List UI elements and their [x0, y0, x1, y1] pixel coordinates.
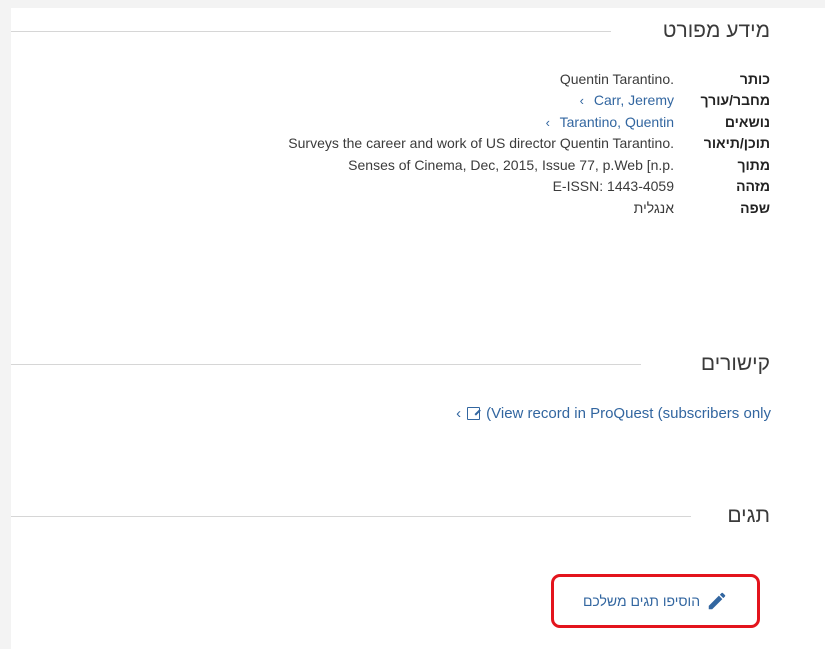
detail-value: אנגלית — [633, 199, 674, 216]
external-link-icon — [467, 407, 481, 420]
detail-label: תוכן/תיאור — [703, 135, 770, 152]
detail-row-title: כותר Quentin Tarantino. — [288, 68, 770, 90]
detail-row-subjects: נושאים ‹ Tarantino, Quentin — [288, 111, 770, 133]
detail-value: E-ISSN: 1443-4059 — [553, 178, 674, 194]
detail-label: מחבר/עורך — [700, 92, 770, 109]
detail-label: כותר — [739, 70, 770, 87]
details-section-header: מידע מפורט — [11, 16, 825, 46]
divider — [11, 515, 691, 517]
detail-label: מזהה — [736, 178, 770, 195]
proquest-link-text[interactable]: (View record in ProQuest (subscribers on… — [486, 405, 771, 422]
subject-link[interactable]: ‹ Tarantino, Quentin — [546, 114, 674, 130]
add-tags-label[interactable]: הוסיפו תגים משלכם — [583, 593, 700, 609]
tags-section-title: תגים — [713, 504, 770, 528]
links-section-title: קישורים — [686, 352, 770, 376]
detail-label: מתוך — [737, 156, 770, 173]
divider — [11, 363, 641, 365]
details-list: כותר Quentin Tarantino. מחבר/עורך ‹ Carr… — [288, 68, 770, 219]
divider — [11, 30, 611, 32]
detail-value: Surveys the career and work of US direct… — [288, 135, 674, 152]
detail-row-description: תוכן/תיאור Surveys the career and work o… — [288, 133, 770, 155]
chevron-left-icon: ‹ — [456, 405, 462, 422]
identifier-prefix: E-ISSN: — [552, 178, 604, 195]
author-link-text[interactable]: Carr, Jeremy — [594, 92, 674, 108]
links-section-header: קישורים — [11, 349, 825, 379]
author-link[interactable]: ‹ Carr, Jeremy — [580, 92, 674, 108]
detail-value: Quentin Tarantino. — [559, 70, 674, 87]
chevron-left-icon: ‹ — [579, 93, 584, 109]
detail-row-source: מתוך Senses of Cinema, Dec, 2015, Issue … — [288, 154, 770, 176]
proquest-link[interactable]: ‹ (View record in ProQuest (subscribers … — [456, 405, 771, 422]
tags-section-header: תגים — [11, 501, 825, 531]
detail-label: נושאים — [724, 113, 770, 130]
pencil-icon — [708, 592, 726, 610]
details-section-title: מידע מפורט — [648, 19, 770, 43]
detail-row-identifier: מזהה E-ISSN: 1443-4059 — [288, 176, 770, 198]
subject-link-text[interactable]: Tarantino, Quentin — [560, 114, 674, 130]
chevron-left-icon: ‹ — [545, 114, 550, 130]
identifier-number: 1443-4059 — [607, 178, 674, 195]
detail-row-author: מחבר/עורך ‹ Carr, Jeremy — [288, 90, 770, 112]
add-tags-button[interactable]: הוסיפו תגים משלכם — [551, 574, 760, 628]
full-record-panel: מידע מפורט כותר Quentin Tarantino. מחבר/… — [11, 8, 825, 649]
detail-row-language: שפה אנגלית — [288, 197, 770, 219]
detail-value: Senses of Cinema, Dec, 2015, Issue 77, p… — [348, 156, 674, 173]
detail-label: שפה — [740, 199, 770, 216]
